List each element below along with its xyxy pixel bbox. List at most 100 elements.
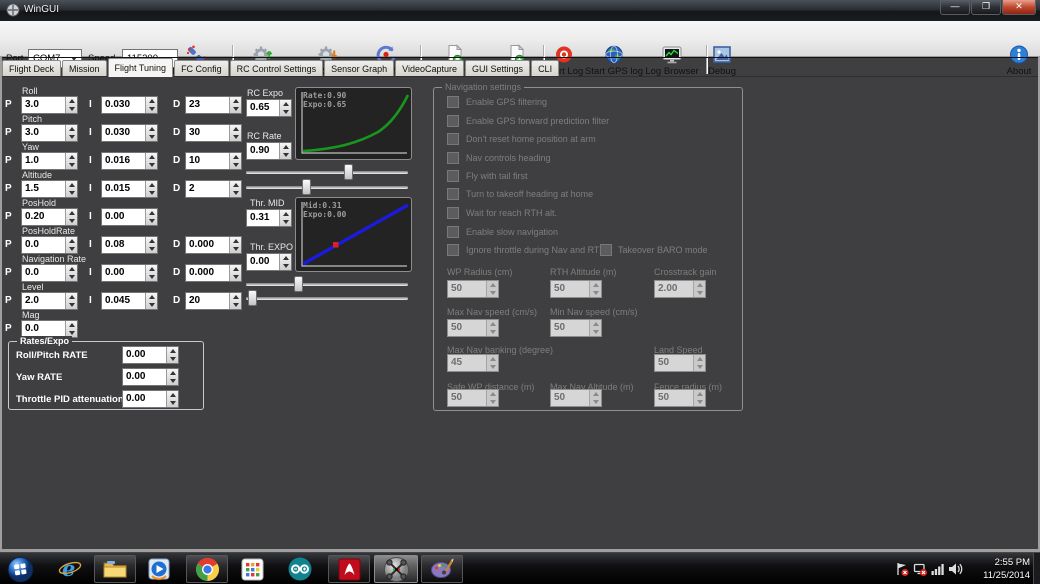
posholdrate-d-field[interactable]: 0.000: [185, 236, 242, 254]
pitch-p-field[interactable]: 3.0: [21, 124, 78, 142]
spinner[interactable]: [65, 237, 77, 253]
spinner[interactable]: [166, 347, 178, 363]
adobe-reader-icon[interactable]: [328, 555, 370, 583]
rc-expo-slider[interactable]: [246, 179, 408, 195]
takeover-baro-checkbox[interactable]: [600, 244, 612, 256]
pitch-i-field[interactable]: 0.030: [101, 124, 158, 142]
poshold-p-field[interactable]: 0.20: [21, 208, 78, 226]
rc-rate-field[interactable]: 0.90: [246, 142, 292, 160]
spinner[interactable]: [145, 153, 157, 169]
chrome-icon[interactable]: [186, 555, 228, 583]
tab-flight-tuning[interactable]: Flight Tuning: [108, 58, 174, 77]
tab-rc-control-settings[interactable]: RC Control Settings: [230, 60, 324, 77]
spinner[interactable]: [229, 293, 241, 309]
tab-gui-settings[interactable]: GUI Settings: [465, 60, 530, 77]
roll-d-field[interactable]: 23: [185, 96, 242, 114]
spinner[interactable]: [145, 293, 157, 309]
spinner[interactable]: [279, 254, 291, 270]
start-button[interactable]: [5, 555, 35, 583]
spinner[interactable]: [229, 153, 241, 169]
rc-rate-slider[interactable]: [246, 164, 408, 180]
debug-button[interactable]: Debug: [700, 44, 744, 77]
level-i-field[interactable]: 0.045: [101, 292, 158, 310]
spinner[interactable]: [229, 125, 241, 141]
tab-mission[interactable]: Mission: [62, 60, 107, 77]
posholdrate-i-field[interactable]: 0.08: [101, 236, 158, 254]
roll-i-field[interactable]: 0.030: [101, 96, 158, 114]
thr-expo-slider[interactable]: [246, 290, 408, 306]
spinner[interactable]: [65, 181, 77, 197]
spinner[interactable]: [65, 125, 77, 141]
spinner[interactable]: [65, 321, 77, 337]
altitude-p-field[interactable]: 1.5: [21, 180, 78, 198]
gps-filtering-checkbox[interactable]: [447, 96, 459, 108]
yaw-d-field[interactable]: 10: [185, 152, 242, 170]
spinner[interactable]: [229, 97, 241, 113]
spinner[interactable]: [65, 97, 77, 113]
minimize-button[interactable]: —: [940, 0, 970, 15]
spinner[interactable]: [229, 237, 241, 253]
thr-mid-field[interactable]: 0.31: [246, 209, 292, 227]
yaw-rate-field[interactable]: 0.00: [122, 368, 179, 386]
action-center-icon[interactable]: [895, 562, 910, 582]
tab-sensor-graph[interactable]: Sensor Graph: [324, 60, 394, 77]
spinner[interactable]: [145, 181, 157, 197]
spinner[interactable]: [65, 293, 77, 309]
spinner[interactable]: [145, 237, 157, 253]
media-player-icon[interactable]: [140, 555, 178, 583]
spinner[interactable]: [65, 265, 77, 281]
spinner[interactable]: [279, 143, 291, 159]
gps-forward-prediction-checkbox[interactable]: [447, 115, 459, 127]
spinner[interactable]: [145, 97, 157, 113]
network-signal-icon[interactable]: [931, 562, 945, 581]
restore-button[interactable]: ❐: [971, 0, 1001, 15]
navrate-d-field[interactable]: 0.000: [185, 264, 242, 282]
spinner[interactable]: [145, 265, 157, 281]
throttle-pid-attenuation-field[interactable]: 0.00: [122, 390, 179, 408]
slider-thumb[interactable]: [248, 290, 257, 306]
paint-icon[interactable]: [421, 555, 463, 583]
yaw-i-field[interactable]: 0.016: [101, 152, 158, 170]
spinner[interactable]: [145, 209, 157, 225]
internet-explorer-icon[interactable]: e: [52, 555, 88, 583]
navrate-p-field[interactable]: 0.0: [21, 264, 78, 282]
fly-tail-first-checkbox[interactable]: [447, 170, 459, 182]
spinner[interactable]: [279, 210, 291, 226]
nav-controls-heading-checkbox[interactable]: [447, 152, 459, 164]
spinner[interactable]: [166, 369, 178, 385]
spinner[interactable]: [145, 125, 157, 141]
rc-expo-field[interactable]: 0.65: [246, 99, 292, 117]
tab-flight-deck[interactable]: Flight Deck: [2, 60, 61, 77]
wait-rth-alt-checkbox[interactable]: [447, 207, 459, 219]
log-browser-button[interactable]: Log Browser: [637, 44, 707, 77]
about-button[interactable]: About: [999, 44, 1039, 77]
taskbar-clock[interactable]: 2:55 PM 11/25/2014: [960, 556, 1030, 582]
turn-takeoff-heading-checkbox[interactable]: [447, 188, 459, 200]
poshold-i-field[interactable]: 0.00: [101, 208, 158, 226]
spinner[interactable]: [65, 153, 77, 169]
pitch-d-field[interactable]: 30: [185, 124, 242, 142]
spinner[interactable]: [166, 391, 178, 407]
spinner[interactable]: [65, 209, 77, 225]
slider-thumb[interactable]: [344, 164, 353, 180]
spinner[interactable]: [229, 265, 241, 281]
arduino-icon[interactable]: [282, 555, 318, 583]
dont-reset-home-checkbox[interactable]: [447, 133, 459, 145]
level-p-field[interactable]: 2.0: [21, 292, 78, 310]
spinner[interactable]: [279, 100, 291, 116]
wingui-taskbar-icon[interactable]: [374, 555, 418, 583]
explorer-icon[interactable]: [94, 555, 136, 583]
yaw-p-field[interactable]: 1.0: [21, 152, 78, 170]
close-button[interactable]: ✕: [1002, 0, 1036, 15]
level-d-field[interactable]: 20: [185, 292, 242, 310]
tab-fc-config[interactable]: FC Config: [174, 60, 229, 77]
rollpitch-rate-field[interactable]: 0.00: [122, 346, 179, 364]
device-error-icon[interactable]: [913, 562, 928, 582]
roll-p-field[interactable]: 3.0: [21, 96, 78, 114]
thr-expo-field[interactable]: 0.00: [246, 253, 292, 271]
slider-thumb[interactable]: [302, 179, 311, 195]
ignore-throttle-checkbox[interactable]: [447, 244, 459, 256]
navrate-i-field[interactable]: 0.00: [101, 264, 158, 282]
slow-navigation-checkbox[interactable]: [447, 226, 459, 238]
altitude-i-field[interactable]: 0.015: [101, 180, 158, 198]
